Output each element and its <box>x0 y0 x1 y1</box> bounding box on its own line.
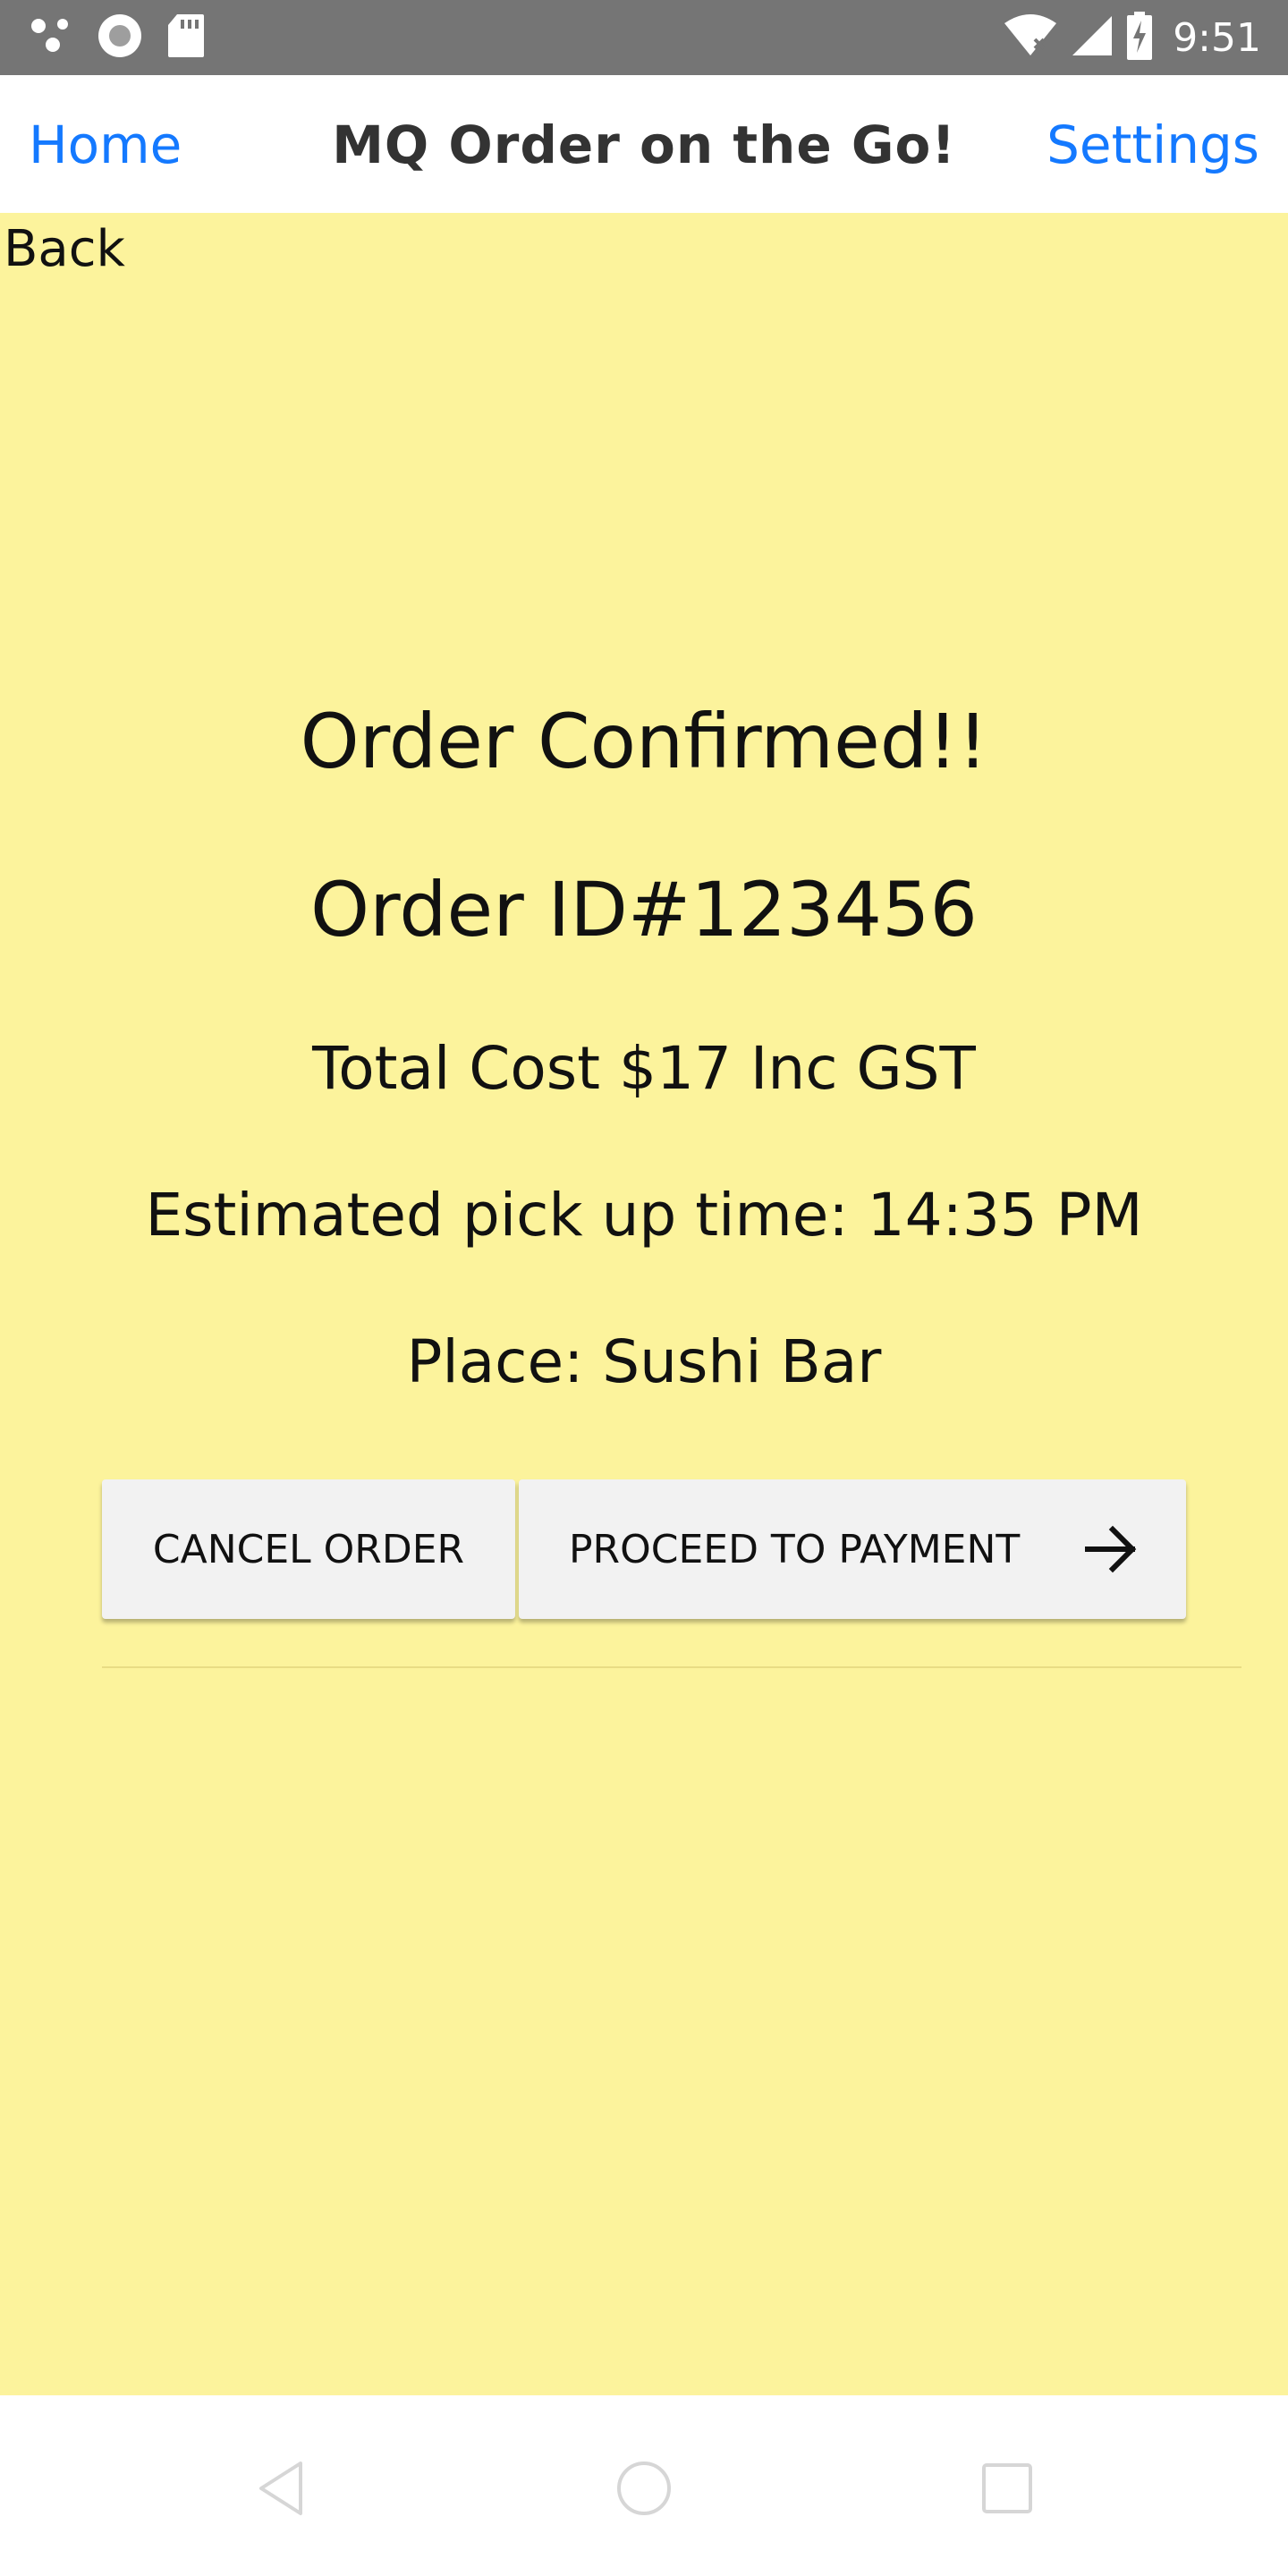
recents-square-icon[interactable] <box>980 2460 1034 2521</box>
cancel-order-label: CANCEL ORDER <box>152 1526 465 1572</box>
pickup-place: Place: Sushi Bar <box>406 1327 882 1396</box>
proceed-to-payment-button[interactable]: PROCEED TO PAYMENT <box>519 1479 1186 1619</box>
navigation-bar: Home MQ Order on the Go! Settings <box>0 75 1288 215</box>
status-time: 9:51 <box>1173 14 1261 61</box>
status-left-icons <box>29 13 206 64</box>
order-confirmation-content: Back Order Confirmed!! Order ID#123456 T… <box>0 213 1288 2395</box>
assistant-dots-icon <box>29 16 73 60</box>
status-right-icons: 9:51 <box>1003 11 1261 64</box>
battery-charging-icon <box>1126 11 1153 64</box>
cancel-order-button[interactable]: CANCEL ORDER <box>102 1479 515 1619</box>
total-cost: Total Cost $17 Inc GST <box>312 1034 976 1103</box>
back-link[interactable]: Back <box>4 220 125 278</box>
back-triangle-icon[interactable] <box>254 2460 308 2521</box>
cell-signal-icon <box>1071 14 1114 62</box>
system-navigation-bar <box>0 2395 1288 2576</box>
status-bar: 9:51 <box>0 0 1288 75</box>
settings-link[interactable]: Settings <box>1046 114 1259 175</box>
wifi-icon <box>1003 13 1058 62</box>
record-icon <box>97 13 143 64</box>
divider <box>102 1666 1241 1668</box>
pickup-time: Estimated pick up time: 14:35 PM <box>145 1181 1143 1250</box>
sd-card-icon <box>166 13 206 64</box>
proceed-to-payment-label: PROCEED TO PAYMENT <box>569 1526 1021 1572</box>
order-id: Order ID#123456 <box>310 866 978 953</box>
arrow-right-icon <box>1084 1524 1140 1584</box>
home-circle-icon[interactable] <box>615 2460 673 2521</box>
confirmation-heading: Order Confirmed!! <box>300 698 988 785</box>
